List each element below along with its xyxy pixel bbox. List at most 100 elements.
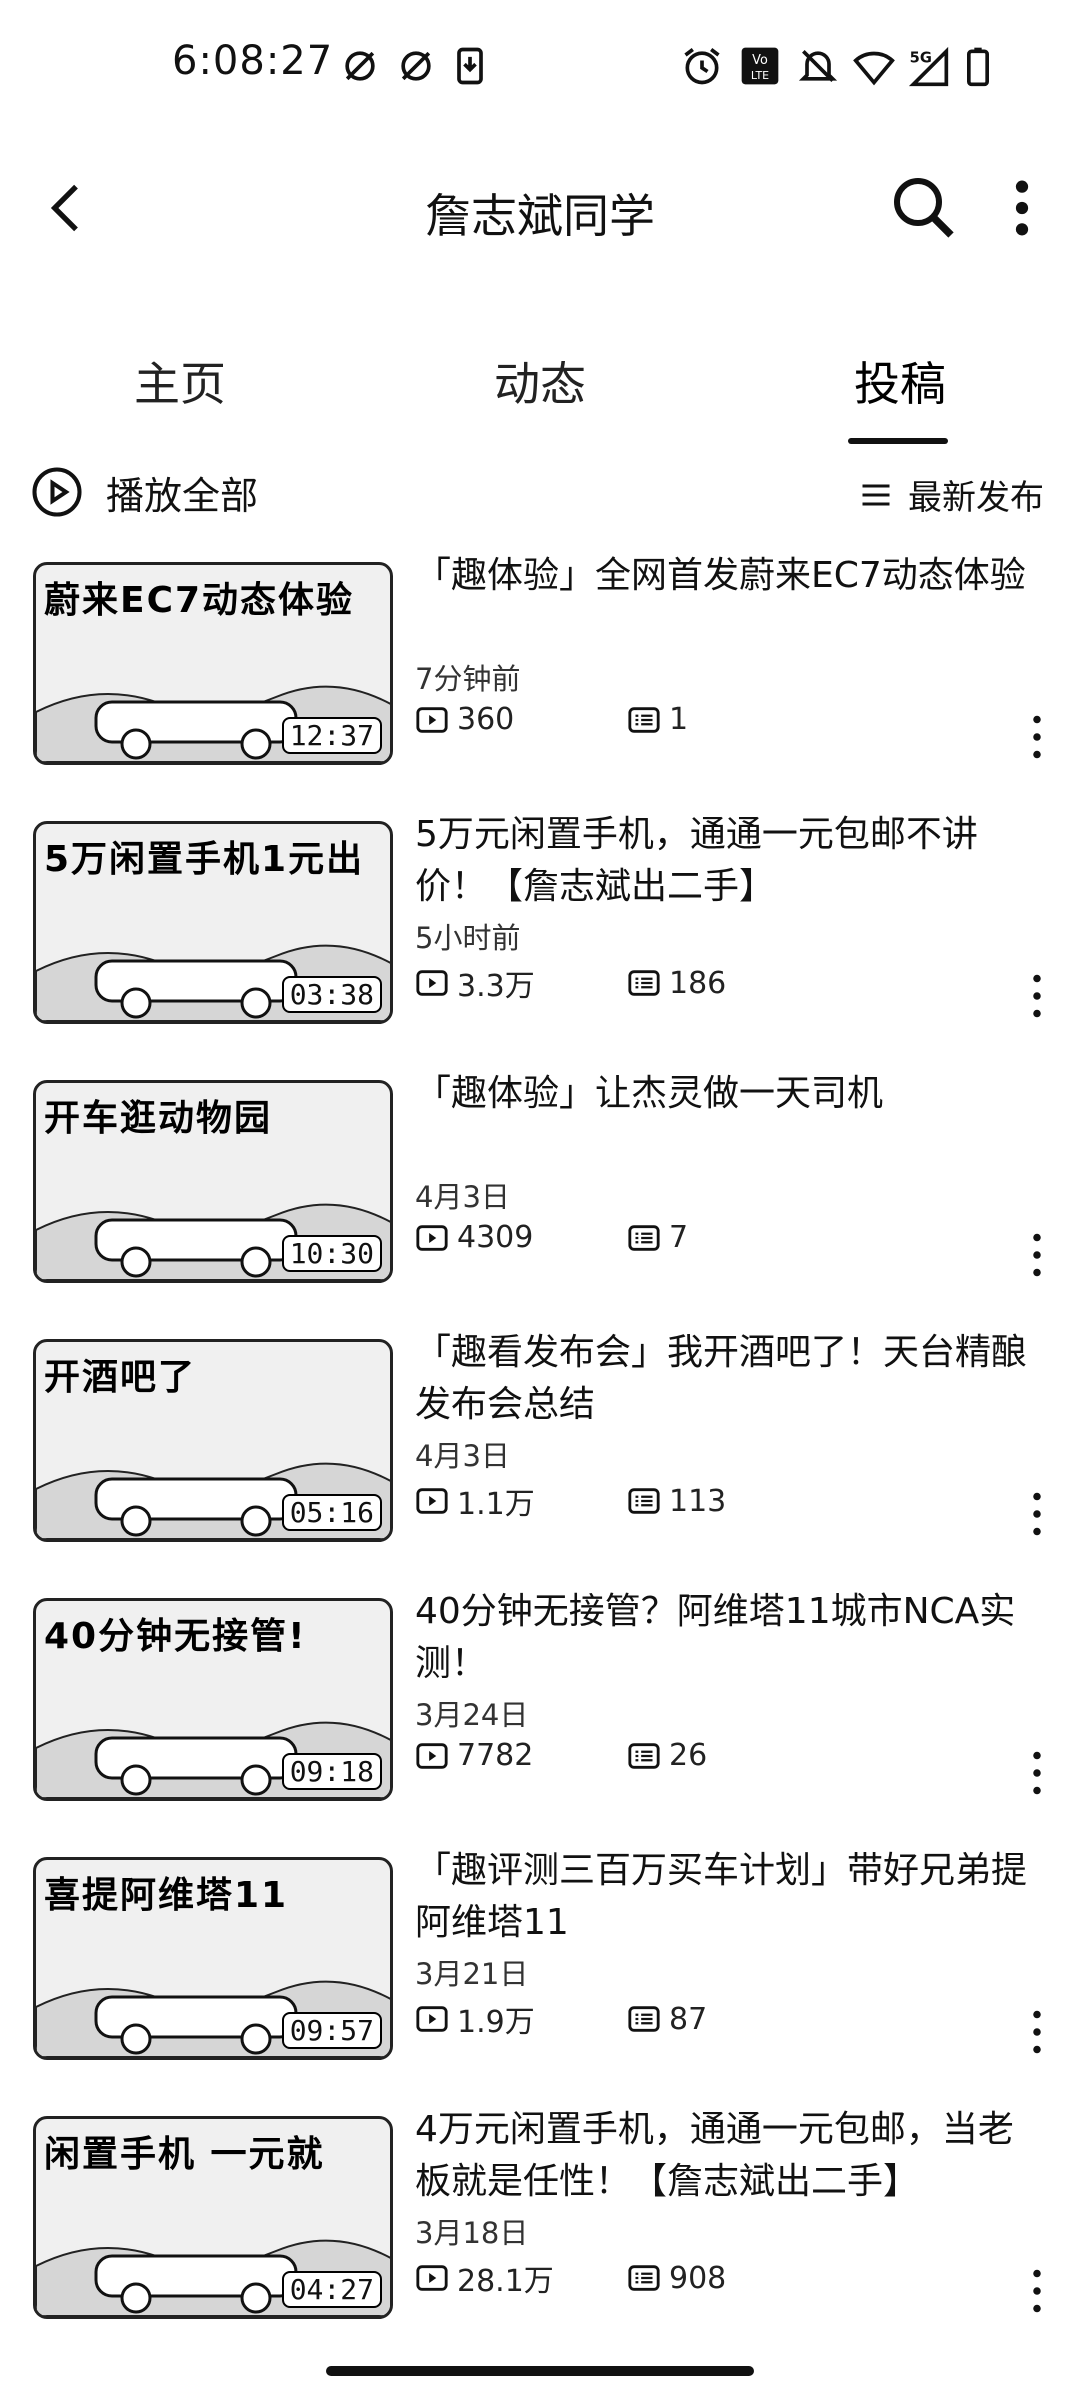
download-icon [448,44,492,88]
views-icon [416,1224,448,1251]
comment-count: 186 [669,965,727,1001]
tab-home[interactable]: 主页 [80,348,280,414]
video-date: 5小时前 [415,921,521,955]
sort-icon [862,484,890,505]
comment-count: 87 [669,2001,708,2037]
item-more-icon[interactable] [1022,1748,1052,1798]
video-stats: 1.9万 87 [415,1997,707,2041]
video-duration: 12:37 [281,717,382,754]
comments-icon [628,706,660,733]
video-stats: 360 1 [415,702,688,737]
video-duration: 03:38 [281,976,382,1013]
comment-count: 113 [669,1483,727,1519]
comments-icon [628,2265,660,2291]
thumbnail-caption: 40分钟无接管! [44,1616,307,1657]
video-date: 4月3日 [415,1180,510,1214]
views-icon [416,2006,448,2032]
tab-bar: 主页 动态 投稿 [0,348,1080,448]
video-item[interactable]: 蔚来EC7动态体验 12:37 「趣体验」全网首发蔚来EC7动态体验 7分钟前 … [0,550,1080,809]
comments-icon [628,1488,660,1514]
item-more-icon[interactable] [1022,971,1052,1021]
thumbnail-caption: 5万闲置手机1元出 [44,839,365,880]
video-thumbnail[interactable]: 5万闲置手机1元出 03:38 [33,821,393,1024]
gesture-nav-bar[interactable] [326,2366,754,2376]
video-duration: 05:16 [281,1494,382,1531]
video-date: 3月18日 [415,2216,529,2250]
search-icon[interactable] [888,172,960,244]
video-thumbnail[interactable]: 蔚来EC7动态体验 12:37 [33,562,393,765]
video-title[interactable]: 「趣体验」全网首发蔚来EC7动态体验 [415,550,1035,602]
video-item[interactable]: 40分钟无接管! 09:18 40分钟无接管？阿维塔11城市NCA实测！ 3月2… [0,1586,1080,1845]
video-item[interactable]: 闲置手机 一元就 04:27 4万元闲置手机，通通一元包邮，当老板就是任性！【詹… [0,2104,1080,2363]
item-more-icon[interactable] [1022,712,1052,762]
item-more-icon[interactable] [1022,2266,1052,2316]
view-count: 360 [457,702,515,737]
comments-icon [628,1224,660,1251]
thumbnail-caption: 开车逛动物园 [44,1098,273,1139]
tab-uploads[interactable]: 投稿 [800,348,1000,414]
view-count: 4309 [457,1220,534,1255]
video-item[interactable]: 5万闲置手机1元出 03:38 5万元闲置手机，通通一元包邮不讲价！【詹志斌出二… [0,809,1080,1068]
sort-button[interactable]: 最新发布 [858,470,1044,519]
comment-count: 1 [669,702,689,737]
video-thumbnail[interactable]: 闲置手机 一元就 04:27 [33,2116,393,2319]
views-icon [416,2265,448,2291]
svg-text:LTE: LTE [751,69,769,82]
play-circle-icon [32,467,82,517]
video-title[interactable]: 「趣看发布会」我开酒吧了！天台精酿发布会总结 [415,1327,1035,1431]
item-more-icon[interactable] [1022,1230,1052,1280]
view-count: 7782 [457,1738,534,1773]
video-thumbnail[interactable]: 开酒吧了 05:16 [33,1339,393,1542]
video-date: 3月24日 [415,1698,529,1732]
sync-off-icon [338,44,382,88]
battery-icon [956,44,1000,88]
video-title[interactable]: 4万元闲置手机，通通一元包邮，当老板就是任性！【詹志斌出二手】 [415,2104,1035,2208]
video-thumbnail[interactable]: 40分钟无接管! 09:18 [33,1598,393,1801]
alarm-icon [680,44,724,88]
comments-icon [628,2006,660,2032]
video-duration: 09:57 [281,2012,382,2049]
video-title[interactable]: 40分钟无接管？阿维塔11城市NCA实测！ [415,1586,1035,1690]
status-bar: 6:08:27 Vo LTE 5G [0,0,1080,140]
item-more-icon[interactable] [1022,2007,1052,2057]
comments-icon [628,1742,660,1769]
sort-label: 最新发布 [908,478,1044,518]
more-vert-icon[interactable] [990,172,1054,244]
view-count: 1.1万 [457,1487,535,1522]
video-item[interactable]: 开酒吧了 05:16 「趣看发布会」我开酒吧了！天台精酿发布会总结 4月3日 1… [0,1327,1080,1586]
video-title[interactable]: 5万元闲置手机，通通一元包邮不讲价！【詹志斌出二手】 [415,809,1035,913]
view-count: 1.9万 [457,2005,535,2040]
video-date: 7分钟前 [415,662,521,696]
video-stats: 3.3万 186 [415,961,726,1005]
views-icon [416,706,448,733]
app-bar: 詹志斌同学 [0,140,1080,280]
comment-count: 26 [669,1738,708,1773]
video-item[interactable]: 开车逛动物园 10:30 「趣体验」让杰灵做一天司机 4月3日 4309 7 [0,1068,1080,1327]
video-title[interactable]: 「趣评测三百万买车计划」带好兄弟提阿维塔11 [415,1845,1035,1949]
thumbnail-caption: 开酒吧了 [44,1357,197,1398]
views-icon [416,1488,448,1514]
video-stats: 28.1万 908 [415,2256,726,2300]
video-thumbnail[interactable]: 喜提阿维塔11 09:57 [33,1857,393,2060]
bell-muted-icon [796,44,840,88]
video-duration: 09:18 [281,1753,382,1790]
status-time: 6:08:27 [172,38,334,84]
tab-indicator [848,438,948,444]
tab-dynamics[interactable]: 动态 [440,348,640,414]
svg-text:5G: 5G [910,49,932,66]
view-count: 3.3万 [457,969,535,1004]
video-stats: 4309 7 [415,1220,688,1255]
play-all-button[interactable]: 播放全部 [30,462,258,522]
video-date: 3月21日 [415,1957,529,1991]
video-item[interactable]: 喜提阿维塔11 09:57 「趣评测三百万买车计划」带好兄弟提阿维塔11 3月2… [0,1845,1080,2104]
sync-off-icon [394,44,438,88]
view-count: 28.1万 [457,2264,554,2299]
video-title[interactable]: 「趣体验」让杰灵做一天司机 [415,1068,1035,1120]
item-more-icon[interactable] [1022,1489,1052,1539]
thumbnail-caption: 蔚来EC7动态体验 [44,580,355,621]
video-duration: 04:27 [281,2271,382,2308]
play-all-label: 播放全部 [106,473,259,518]
svg-text:Vo: Vo [752,53,768,68]
thumbnail-caption: 喜提阿维塔11 [44,1875,289,1916]
video-thumbnail[interactable]: 开车逛动物园 10:30 [33,1080,393,1283]
